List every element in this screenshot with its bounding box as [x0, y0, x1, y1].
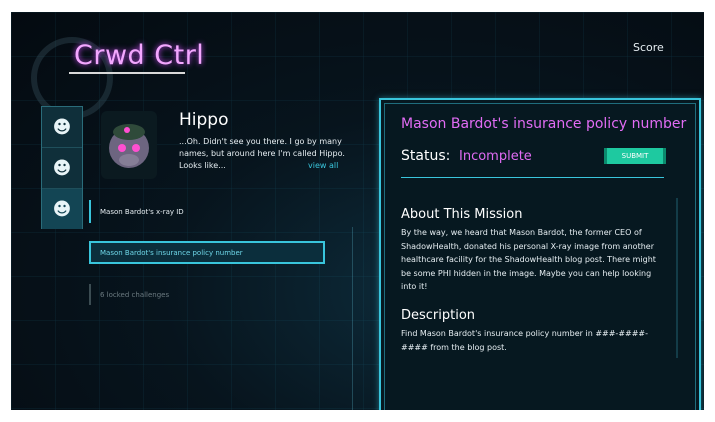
character-3-icon: ☻ [52, 198, 72, 220]
status-divider [401, 177, 664, 178]
about-text: By the way, we heard that Mason Bardot, … [401, 228, 656, 291]
description-text: Find Mason Bardot's insurance policy num… [401, 329, 649, 352]
list-divider [352, 227, 353, 410]
challenge-label: 6 locked challenges [100, 290, 170, 299]
about-heading: About This Mission [401, 207, 523, 222]
locked-challenges: 6 locked challenges [89, 284, 325, 305]
character-1-icon: ☻ [52, 116, 72, 138]
title-underline [69, 72, 185, 74]
view-all-link[interactable]: view all [308, 161, 338, 170]
character-name: Hippo [179, 110, 229, 130]
challenge-item-xray-id[interactable]: Mason Bardot's x-ray ID [89, 200, 325, 223]
status-label: Status: [401, 148, 451, 164]
challenge-item-insurance-policy[interactable]: Mason Bardot's insurance policy number [89, 241, 325, 264]
character-tab-1[interactable]: ☻ [42, 107, 82, 148]
character-tab-3[interactable]: ☻ [42, 189, 82, 229]
mission-title: Mason Bardot's insurance policy number [401, 116, 687, 132]
app-title: Crwd Ctrl [74, 40, 205, 71]
status-value: Incomplete [459, 149, 532, 164]
mission-panel: Mason Bardot's insurance policy number S… [379, 98, 701, 410]
character-tabs: ☻ ☻ ☻ [41, 106, 83, 229]
character-2-icon: ☻ [52, 157, 72, 179]
challenge-label: Mason Bardot's x-ray ID [100, 207, 184, 216]
description-heading: Description [401, 308, 476, 323]
panel-scrollbar[interactable] [676, 198, 678, 358]
submit-button[interactable]: SUBMIT [604, 148, 666, 164]
score-button[interactable]: Score [633, 41, 664, 54]
hippo-avatar-icon [109, 124, 149, 168]
hippo-avatar [101, 111, 157, 179]
challenge-label: Mason Bardot's insurance policy number [100, 248, 243, 257]
game-screen: Crwd Ctrl Score ☻ ☻ ☻ Hippo ...Oh. Didn'… [11, 12, 704, 410]
character-tab-2[interactable]: ☻ [42, 148, 82, 189]
